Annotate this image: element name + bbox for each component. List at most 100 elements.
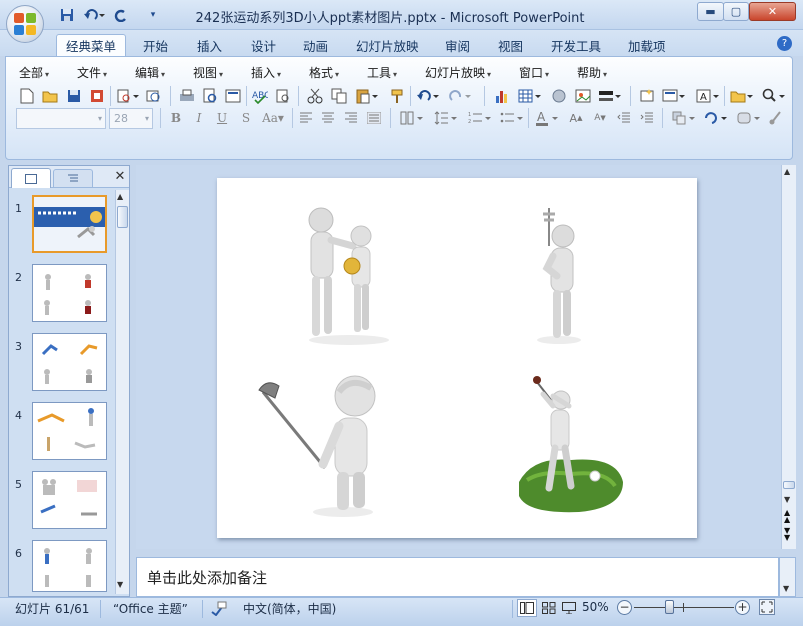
slide-thumbnail[interactable] bbox=[32, 195, 107, 253]
insert-chart-icon[interactable] bbox=[492, 86, 512, 106]
scroll-thumb[interactable] bbox=[783, 481, 795, 489]
scroll-down-icon[interactable]: ▼ bbox=[783, 584, 789, 593]
scroll-up-icon[interactable]: ▲ bbox=[117, 192, 123, 201]
save-icon[interactable] bbox=[58, 6, 76, 24]
numbering-icon[interactable]: 12 bbox=[466, 108, 494, 128]
slide-thumbnail[interactable] bbox=[32, 333, 107, 391]
decrease-indent-icon[interactable] bbox=[614, 108, 634, 128]
print-preview-icon[interactable] bbox=[115, 86, 141, 106]
shapes-icon[interactable] bbox=[702, 108, 730, 128]
menu-all[interactable]: 全部 ▾ bbox=[19, 64, 49, 81]
menu-help[interactable]: 帮助 ▾ bbox=[577, 64, 607, 81]
menu-format[interactable]: 格式 ▾ bbox=[309, 64, 339, 81]
menu-tools[interactable]: 工具 ▾ bbox=[367, 64, 397, 81]
zoom-out-icon[interactable]: − bbox=[617, 600, 632, 615]
align-left-icon[interactable] bbox=[296, 108, 316, 128]
insert-picture-icon[interactable] bbox=[573, 86, 593, 106]
notes-pane[interactable]: 单击此处添加备注 bbox=[136, 557, 779, 597]
tab-review[interactable]: 审阅 bbox=[436, 34, 479, 56]
maximize-icon[interactable]: ▢ bbox=[723, 2, 749, 21]
print-icon[interactable] bbox=[177, 86, 197, 106]
paste-icon[interactable] bbox=[353, 86, 381, 106]
new-document-icon[interactable] bbox=[17, 86, 37, 106]
folder-icon[interactable] bbox=[728, 86, 756, 106]
tab-insert[interactable]: 插入 bbox=[188, 34, 231, 56]
tab-classic-menu[interactable]: 经典菜单 bbox=[56, 34, 127, 56]
new-slide-icon[interactable] bbox=[637, 86, 657, 106]
font-size-combo[interactable]: 28 ▾ bbox=[109, 108, 153, 129]
arrange-icon[interactable] bbox=[670, 108, 698, 128]
notes-scrollbar[interactable]: ▼ bbox=[779, 557, 796, 597]
scroll-down-icon[interactable]: ▼ bbox=[117, 580, 123, 589]
research-icon[interactable] bbox=[273, 86, 293, 106]
page-setup-icon[interactable] bbox=[223, 86, 243, 106]
minimize-icon[interactable]: ▬ bbox=[697, 2, 724, 21]
bold-icon[interactable]: B bbox=[166, 108, 186, 128]
tab-developer[interactable]: 开发工具 bbox=[542, 34, 610, 56]
menu-file[interactable]: 文件 ▾ bbox=[77, 64, 107, 81]
spelling-icon[interactable]: ABC bbox=[250, 86, 270, 106]
menu-edit[interactable]: 编辑 ▾ bbox=[135, 64, 165, 81]
slideshow-view-icon[interactable] bbox=[559, 599, 579, 617]
align-right-icon[interactable] bbox=[341, 108, 361, 128]
shrink-font-icon[interactable]: A ▼ bbox=[590, 108, 610, 128]
underline-icon[interactable]: U bbox=[212, 108, 232, 128]
scroll-thumb[interactable] bbox=[117, 206, 128, 228]
editor-scrollbar[interactable]: ▲ ▼ ▲ ▲ ▼ ▼ bbox=[781, 165, 796, 549]
font-color-icon[interactable]: A bbox=[533, 108, 561, 128]
shadow-icon[interactable]: S bbox=[236, 108, 256, 128]
brush-icon[interactable] bbox=[766, 108, 786, 128]
align-center-icon[interactable] bbox=[318, 108, 338, 128]
slide-thumbnail[interactable] bbox=[32, 402, 107, 460]
scroll-up-icon[interactable]: ▲ bbox=[784, 167, 790, 176]
clip-art-icon[interactable] bbox=[549, 86, 569, 106]
tab-home[interactable]: 开始 bbox=[134, 34, 177, 56]
shape-fill-icon[interactable] bbox=[735, 108, 763, 128]
permission-icon[interactable] bbox=[87, 86, 107, 106]
next-slide-icon[interactable]: ▼ ▼ bbox=[784, 527, 790, 542]
zoom-slider-track[interactable] bbox=[634, 607, 734, 608]
close-icon[interactable]: ✕ bbox=[749, 2, 796, 21]
tab-slideshow[interactable]: 幻灯片放映 bbox=[347, 34, 428, 56]
text-box-icon[interactable]: A bbox=[694, 86, 722, 106]
insert-table-icon[interactable] bbox=[516, 86, 544, 106]
normal-view-icon[interactable] bbox=[517, 599, 537, 617]
cut-icon[interactable] bbox=[305, 86, 325, 106]
slide-thumbnail[interactable] bbox=[32, 471, 107, 529]
save-icon[interactable] bbox=[64, 86, 84, 106]
tab-outline[interactable] bbox=[53, 169, 93, 187]
tab-slides[interactable] bbox=[11, 168, 51, 188]
slide-thumbnail[interactable] bbox=[32, 264, 107, 322]
zoom-slider-thumb[interactable] bbox=[664, 600, 674, 614]
menu-view[interactable]: 视图 ▾ bbox=[193, 64, 223, 81]
undo-icon[interactable] bbox=[414, 86, 442, 106]
redo-icon[interactable] bbox=[446, 86, 474, 106]
menu-insert[interactable]: 插入 ▾ bbox=[251, 64, 281, 81]
change-case-icon[interactable]: Aa▾ bbox=[258, 108, 288, 128]
slides-scrollbar[interactable]: ▲ ▼ bbox=[115, 190, 129, 594]
border-icon[interactable] bbox=[596, 86, 624, 106]
columns-icon[interactable] bbox=[398, 108, 426, 128]
office-button[interactable] bbox=[6, 5, 44, 43]
redo-icon[interactable] bbox=[112, 6, 130, 24]
tab-view[interactable]: 视图 bbox=[489, 34, 532, 56]
menu-window[interactable]: 窗口 ▾ bbox=[519, 64, 549, 81]
search-icon[interactable] bbox=[760, 86, 788, 106]
font-name-combo[interactable]: ▾ bbox=[16, 108, 106, 129]
tab-design[interactable]: 设计 bbox=[242, 34, 285, 56]
tab-animation[interactable]: 动画 bbox=[294, 34, 337, 56]
line-spacing-icon[interactable] bbox=[432, 108, 460, 128]
previous-slide-icon[interactable]: ▲ ▲ bbox=[784, 509, 790, 524]
grow-font-icon[interactable]: A ▲ bbox=[566, 108, 586, 128]
menu-slideshow[interactable]: 幻灯片放映 ▾ bbox=[425, 64, 491, 81]
zoom-level[interactable]: 50% bbox=[582, 600, 609, 614]
slide-canvas[interactable] bbox=[217, 178, 697, 538]
increase-indent-icon[interactable] bbox=[637, 108, 657, 128]
zoom-in-icon[interactable]: + bbox=[735, 600, 750, 615]
undo-icon[interactable] bbox=[80, 6, 108, 24]
copy-icon[interactable] bbox=[329, 86, 349, 106]
spell-check-icon[interactable] bbox=[210, 600, 230, 618]
slide-sorter-icon[interactable] bbox=[539, 599, 559, 617]
justify-icon[interactable] bbox=[364, 108, 384, 128]
format-painter-icon[interactable] bbox=[388, 86, 408, 106]
